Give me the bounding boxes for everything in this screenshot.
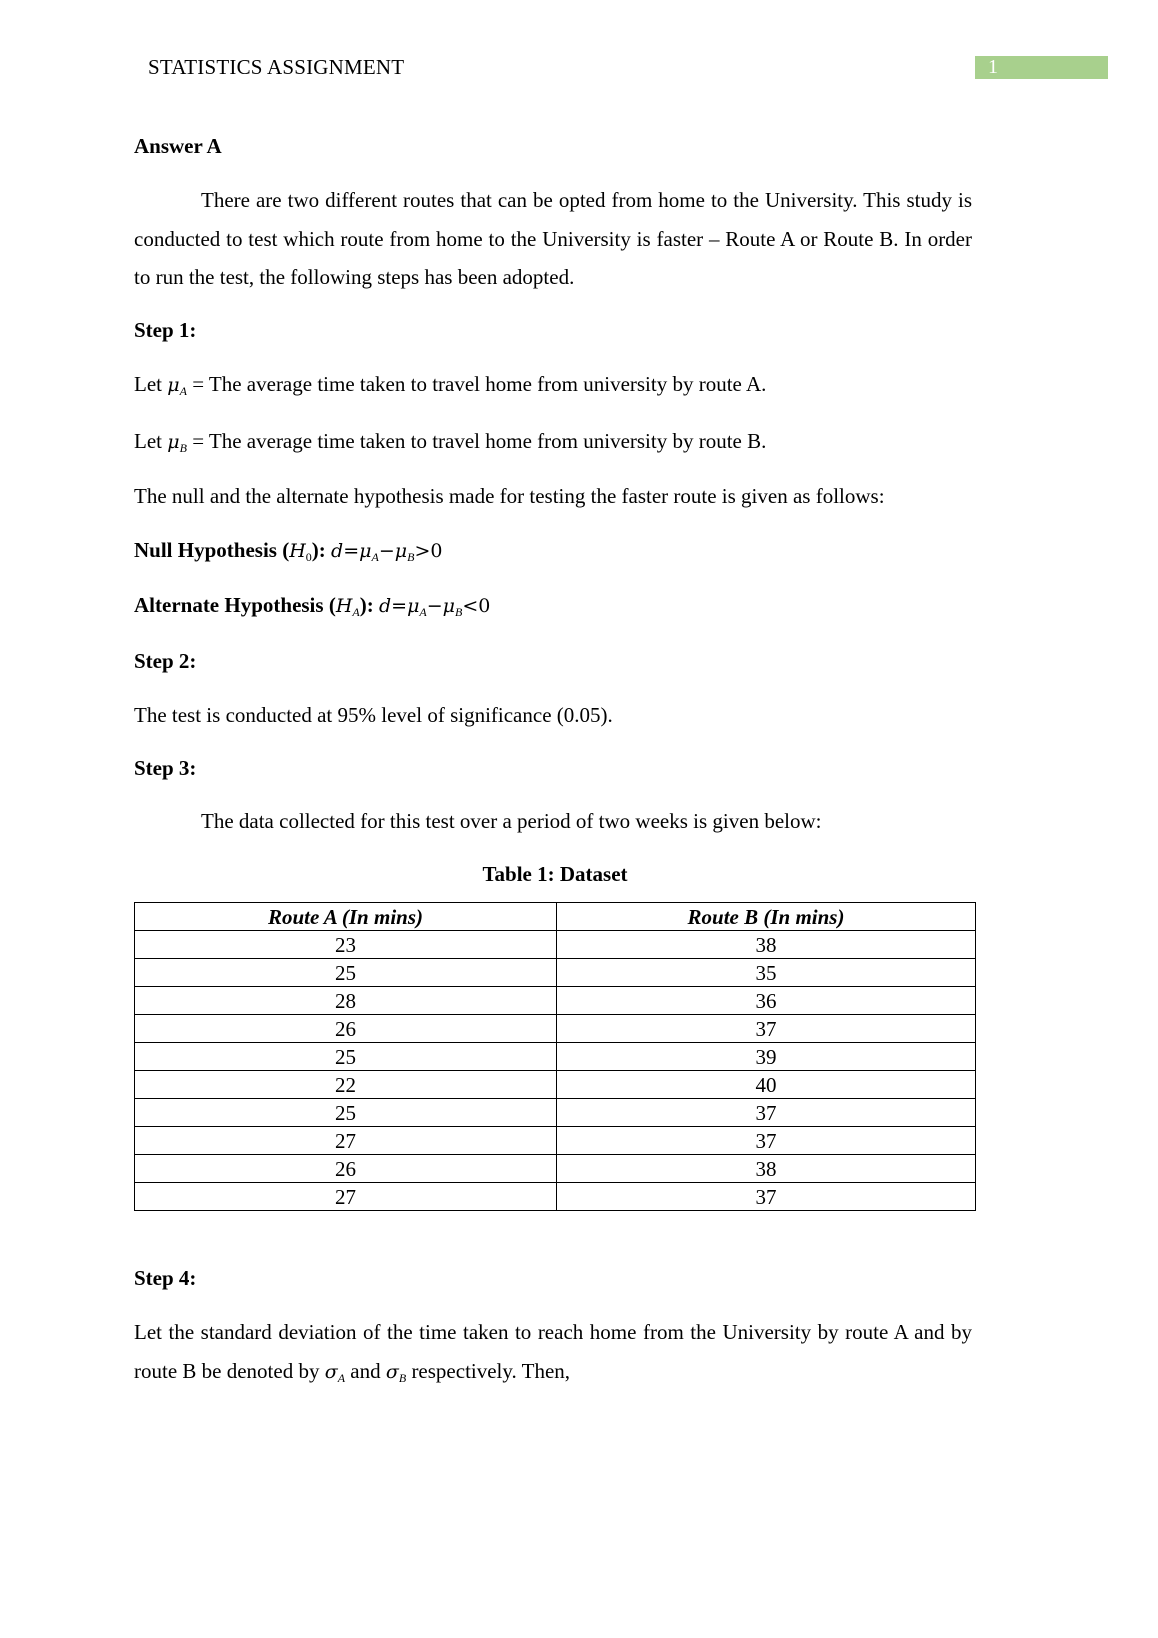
dataset-table: Route A (In mins) Route B (In mins) 23 38…: [134, 902, 976, 1211]
answer-heading: Answer A: [134, 134, 222, 158]
definition-mu-b: Let μB = The average time taken to trave…: [134, 429, 767, 455]
cell-route-b: 35: [556, 958, 976, 987]
step3-text: The data collected for this test over a …: [201, 809, 822, 833]
cell-route-b: 39: [556, 1042, 976, 1071]
page-number: 1: [975, 56, 1108, 79]
table-header-row: Route A (In mins) Route B (In mins): [134, 902, 976, 931]
cell-route-b: 37: [556, 1014, 976, 1043]
cell-route-b: 38: [556, 930, 976, 959]
cell-route-a: 28: [134, 986, 557, 1015]
cell-route-a: 25: [134, 958, 557, 987]
table-row: 25 39: [134, 1042, 976, 1071]
running-header-title: STATISTICS ASSIGNMENT: [148, 55, 405, 79]
column-header-route-a: Route A (In mins): [134, 902, 557, 931]
step4-paragraph: Let the standard deviation of the time t…: [134, 1320, 972, 1385]
table-row: 25 37: [134, 1098, 976, 1127]
cell-route-a: 23: [134, 930, 557, 959]
null-hypothesis: Null Hypothesis (H0): d=μA−μB>0: [134, 538, 443, 564]
cell-route-a: 22: [134, 1070, 557, 1099]
cell-route-b: 37: [556, 1182, 976, 1211]
cell-route-a: 26: [134, 1154, 557, 1183]
step1-heading: Step 1:: [134, 318, 197, 342]
table-row: 26 38: [134, 1154, 976, 1183]
table-row: 27 37: [134, 1126, 976, 1155]
intro-paragraph: There are two different routes that can …: [134, 188, 972, 289]
cell-route-b: 38: [556, 1154, 976, 1183]
step2-heading: Step 2:: [134, 649, 197, 673]
table-caption: Table 1: Dataset: [482, 862, 628, 886]
cell-route-a: 25: [134, 1042, 557, 1071]
cell-route-b: 37: [556, 1126, 976, 1155]
cell-route-a: 26: [134, 1014, 557, 1043]
cell-route-b: 37: [556, 1098, 976, 1127]
step4-heading: Step 4:: [134, 1266, 197, 1290]
cell-route-b: 36: [556, 986, 976, 1015]
step2-text: The test is conducted at 95% level of si…: [134, 703, 613, 727]
cell-route-a: 25: [134, 1098, 557, 1127]
table-row: 28 36: [134, 986, 976, 1015]
table-row: 27 37: [134, 1182, 976, 1211]
step3-heading: Step 3:: [134, 756, 197, 780]
column-header-route-b: Route B (In mins): [556, 902, 976, 931]
definition-mu-a: Let μA = The average time taken to trave…: [134, 372, 767, 398]
cell-route-b: 40: [556, 1070, 976, 1099]
table-row: 23 38: [134, 930, 976, 959]
alternate-hypothesis: Alternate Hypothesis (HA): d=μA−μB<0: [134, 593, 491, 619]
table-row: 26 37: [134, 1014, 976, 1043]
cell-route-a: 27: [134, 1126, 557, 1155]
cell-route-a: 27: [134, 1182, 557, 1211]
hypothesis-intro: The null and the alternate hypothesis ma…: [134, 484, 885, 508]
table-row: 25 35: [134, 958, 976, 987]
table-row: 22 40: [134, 1070, 976, 1099]
